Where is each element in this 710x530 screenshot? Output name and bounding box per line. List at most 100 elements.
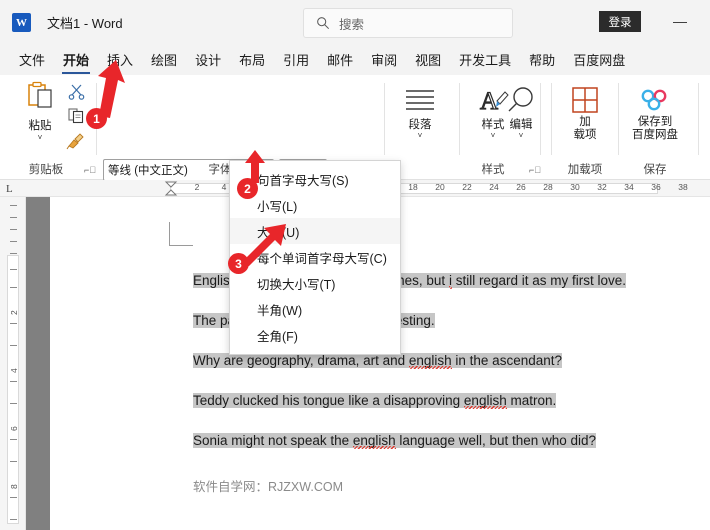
paste-button[interactable]: 粘贴 ˅ bbox=[14, 81, 66, 142]
tab-developer[interactable]: 开发工具 bbox=[450, 47, 520, 74]
vruler-tick-4: 4 bbox=[9, 368, 19, 373]
grid-squares-icon bbox=[572, 87, 598, 113]
ruler-tick-22: 22 bbox=[462, 182, 472, 192]
menu-item-lowercase[interactable]: 小写(L) bbox=[230, 192, 400, 218]
separator-baidu bbox=[698, 83, 699, 155]
menu-item-halfwidth[interactable]: 半角(W) bbox=[230, 296, 400, 322]
copy-icon bbox=[68, 108, 84, 124]
separator-editing bbox=[551, 83, 552, 155]
tab-home[interactable]: 开始 bbox=[54, 47, 98, 74]
vruler-tick-6: 6 bbox=[9, 426, 19, 431]
addins-label-line1: 加 bbox=[579, 116, 591, 128]
ruler-tick-20: 20 bbox=[435, 182, 445, 192]
p1-tail: still regard it as my first love. bbox=[451, 273, 626, 288]
vruler-tick-8: 8 bbox=[9, 484, 19, 489]
indent-markers-icon[interactable] bbox=[164, 180, 178, 197]
tab-design[interactable]: 设计 bbox=[186, 47, 230, 74]
p5-tail: language well, but then who did? bbox=[395, 433, 597, 448]
baidu-label-line1: 保存到 bbox=[637, 116, 673, 128]
menu-item-capitalize-each-word[interactable]: 每个单词首字母大写(C) bbox=[230, 244, 400, 270]
ruler-tick-24: 24 bbox=[489, 182, 499, 192]
ruler-tick-34: 34 bbox=[624, 182, 634, 192]
search-placeholder: 搜索 bbox=[339, 17, 365, 32]
tab-baidu-netdisk[interactable]: 百度网盘 bbox=[564, 47, 634, 74]
tab-file[interactable]: 文件 bbox=[10, 47, 54, 74]
cut-button[interactable] bbox=[68, 83, 85, 105]
p3-pre: Why are geography, drama, art and bbox=[193, 353, 409, 368]
ruler-tick-32: 32 bbox=[597, 182, 607, 192]
ribbon-tabs: 文件 开始 插入 绘图 设计 布局 引用 邮件 审阅 视图 开发工具 帮助 百度… bbox=[0, 45, 710, 75]
styles-dialog-launcher[interactable]: ⌐⃨ bbox=[529, 165, 541, 175]
page-margin-corner bbox=[169, 222, 193, 246]
vruler-tick-2: 2 bbox=[9, 310, 19, 315]
p4-misspelled: english bbox=[463, 393, 507, 408]
save-to-baidu-button[interactable]: 保存到 百度网盘 bbox=[620, 85, 690, 141]
clipboard-group-label: 剪贴板 bbox=[28, 164, 64, 176]
annotation-badge-1: 1 bbox=[86, 108, 107, 129]
paste-icon bbox=[28, 81, 52, 108]
baidu-cloud-icon bbox=[641, 89, 667, 111]
paintbrush-icon bbox=[66, 133, 84, 150]
vertical-ruler[interactable]: 2 4 6 8 10 12 bbox=[0, 197, 26, 530]
ruler-tick-30: 30 bbox=[570, 182, 580, 192]
tab-insert[interactable]: 插入 bbox=[98, 47, 142, 74]
copy-button[interactable] bbox=[68, 107, 85, 129]
p3-tail: in the ascendant? bbox=[451, 353, 562, 368]
tab-stop-selector[interactable]: L bbox=[6, 183, 13, 195]
paragraph-button[interactable]: 段落 ˅ bbox=[392, 85, 448, 140]
p4-tail: matron. bbox=[506, 393, 557, 408]
editing-chevron-down-icon[interactable]: ˅ bbox=[493, 131, 549, 140]
paragraph-label: 段落 bbox=[408, 119, 432, 131]
p1-misspelled: i bbox=[448, 273, 452, 288]
format-painter-button[interactable] bbox=[66, 131, 85, 155]
addins-label-line2: 载项 bbox=[573, 129, 597, 141]
addins-group-label: 加载项 bbox=[567, 164, 603, 176]
word-window: 文档1 - Word 搜索 登录 — 文件 开始 插入 绘图 设计 布局 引用 … bbox=[0, 0, 710, 530]
ruler-tick-18: 18 bbox=[408, 182, 418, 192]
ruler-tick-4: 4 bbox=[221, 182, 227, 192]
tab-view[interactable]: 视图 bbox=[406, 47, 450, 74]
word-logo-icon bbox=[12, 13, 31, 32]
p5-misspelled: english bbox=[352, 433, 396, 448]
paste-chevron-down-icon[interactable]: ˅ bbox=[14, 134, 66, 142]
editing-label: 编辑 bbox=[509, 119, 533, 131]
p5-pre: Sonia might not speak the bbox=[193, 433, 353, 448]
scissors-icon bbox=[68, 84, 85, 100]
styles-group-label: 样式 bbox=[481, 164, 505, 176]
tab-draw[interactable]: 绘图 bbox=[142, 47, 186, 74]
p3-misspelled: english bbox=[408, 353, 452, 368]
addins-button[interactable]: 加 载项 bbox=[557, 85, 613, 141]
p4-pre: Teddy clucked his tongue like a disappro… bbox=[193, 393, 464, 408]
paragraph-5[interactable]: Sonia might not speak the english langua… bbox=[193, 431, 597, 451]
clipboard-dialog-launcher[interactable]: ⌐⃨ bbox=[84, 165, 96, 175]
ruler-tick-26: 26 bbox=[516, 182, 526, 192]
baidu-label-line2: 百度网盘 bbox=[632, 129, 678, 141]
separator-addins bbox=[618, 83, 619, 155]
font-name-value: 等线 (中文正文) bbox=[108, 165, 188, 177]
search-icon bbox=[317, 17, 330, 30]
ruler-tick-36: 36 bbox=[651, 182, 661, 192]
sign-in-button[interactable]: 登录 bbox=[599, 11, 641, 32]
search-box[interactable]: 搜索 bbox=[303, 8, 513, 38]
separator-paragraph bbox=[459, 83, 460, 155]
tab-layout[interactable]: 布局 bbox=[230, 47, 274, 74]
tab-help[interactable]: 帮助 bbox=[520, 47, 564, 74]
tab-review[interactable]: 审阅 bbox=[362, 47, 406, 74]
menu-item-toggle-case[interactable]: 切换大小写(T) bbox=[230, 270, 400, 296]
minimize-button[interactable]: — bbox=[665, 7, 695, 35]
ruler-tick-28: 28 bbox=[543, 182, 553, 192]
search-magnifier-icon bbox=[508, 87, 533, 112]
paragraph-lines-icon bbox=[406, 90, 434, 110]
paragraph-chevron-down-icon[interactable]: ˅ bbox=[392, 131, 448, 140]
menu-item-uppercase[interactable]: 大写(U) bbox=[230, 218, 400, 244]
editing-button[interactable]: 编辑 ˅ bbox=[493, 85, 549, 140]
tab-references[interactable]: 引用 bbox=[274, 47, 318, 74]
separator-font bbox=[384, 83, 385, 155]
ruler-tick-38: 38 bbox=[678, 182, 688, 192]
baidu-group-label: 保存 bbox=[643, 164, 667, 176]
tab-mailings[interactable]: 邮件 bbox=[318, 47, 362, 74]
p1-post: mes, but bbox=[393, 273, 449, 288]
paragraph-4[interactable]: Teddy clucked his tongue like a disappro… bbox=[193, 391, 557, 411]
document-title: 文档1 - Word bbox=[47, 16, 123, 31]
menu-item-fullwidth[interactable]: 全角(F) bbox=[230, 322, 400, 348]
